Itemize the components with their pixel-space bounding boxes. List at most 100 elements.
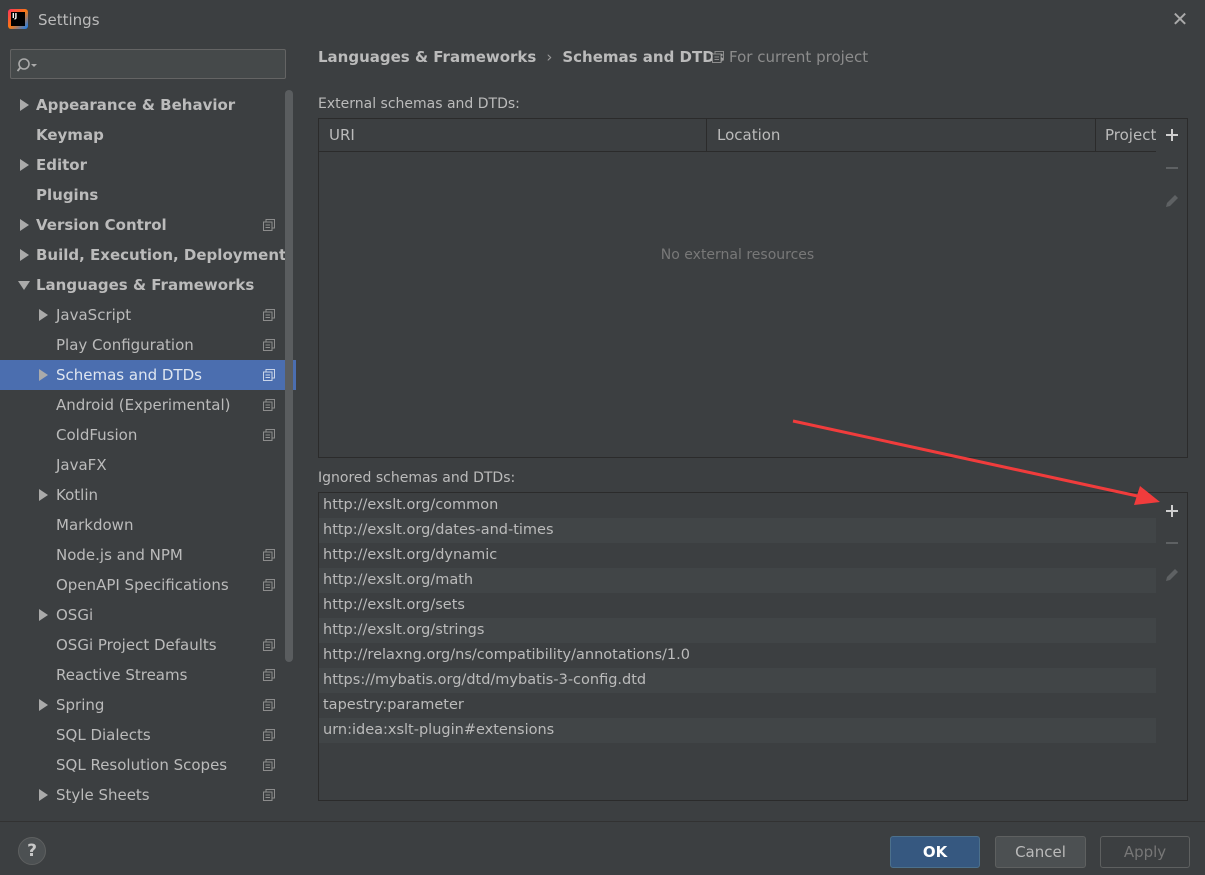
sidebar-item[interactable]: Node.js and NPM [0,540,296,570]
table-row[interactable]: http://exslt.org/common [319,493,1156,518]
sidebar-item-label: Reactive Streams [56,666,188,684]
sidebar-item[interactable]: Languages & Frameworks [0,270,296,300]
table-row[interactable]: http://relaxng.org/ns/compatibility/anno… [319,643,1156,668]
table-row[interactable]: http://exslt.org/strings [319,618,1156,643]
project-scope-note: For current project [712,48,868,66]
sidebar-item[interactable]: Plugins [0,180,296,210]
sidebar-item-label: Languages & Frameworks [36,276,255,294]
edit-icon[interactable] [1160,563,1184,587]
sidebar-item-label: Schemas and DTDs [56,366,202,384]
project-level-icon [263,669,275,681]
collapsed-arrow-icon[interactable] [37,690,49,720]
sidebar-item[interactable]: Appearance & Behavior [0,90,296,120]
remove-icon[interactable] [1160,531,1184,555]
project-level-icon [263,309,275,321]
sidebar-item[interactable]: Editor [0,150,296,180]
sidebar-item-label: JavaFX [56,456,107,474]
sidebar-item-label: JavaScript [56,306,132,324]
remove-icon[interactable] [1160,156,1184,180]
sidebar-item[interactable]: OSGi [0,600,296,630]
sidebar-item-label: OpenAPI Specifications [56,576,229,594]
project-level-icon [263,339,275,351]
search-icon [17,58,37,72]
collapsed-arrow-icon[interactable] [18,150,30,180]
column-location[interactable]: Location [706,119,1095,151]
edit-icon[interactable] [1160,189,1184,213]
sidebar-item-label: Node.js and NPM [56,546,183,564]
title-bar: IJ Settings ✕ [0,0,1205,40]
apply-button[interactable]: Apply [1100,836,1190,868]
sidebar-item[interactable]: Style Sheets [0,780,296,810]
sidebar-item[interactable]: Keymap [0,120,296,150]
ignored-section-label: Ignored schemas and DTDs: [318,470,516,486]
column-uri[interactable]: URI [319,119,706,151]
sidebar-item[interactable]: OSGi Project Defaults [0,630,296,660]
ok-button[interactable]: OK [890,836,980,868]
close-icon[interactable]: ✕ [1170,9,1190,29]
collapsed-arrow-icon[interactable] [37,480,49,510]
sidebar-item-label: Editor [36,156,87,174]
settings-tree: Appearance & Behavior Keymap Editor Plugins… [0,90,296,810]
external-section-label: External schemas and DTDs: [318,96,520,112]
sidebar-item[interactable]: JavaFX [0,450,296,480]
collapsed-arrow-icon[interactable] [37,600,49,630]
external-resources-table[interactable]: URI Location Project No external resourc… [318,118,1157,458]
sidebar-item-label: Keymap [36,126,104,144]
project-level-icon [263,549,275,561]
column-project[interactable]: Project [1095,119,1156,151]
ignored-resources-table[interactable]: http://exslt.org/common http://exslt.org/… [318,492,1157,801]
table-row[interactable]: tapestry:parameter [319,693,1156,718]
collapsed-arrow-icon[interactable] [18,210,30,240]
sidebar-item-label: Appearance & Behavior [36,96,236,114]
collapsed-arrow-icon[interactable] [37,360,49,390]
project-level-icon [263,639,275,651]
main-panel: Languages & Frameworks › Schemas and DTDs … [296,40,1205,821]
table-row[interactable]: http://exslt.org/sets [319,593,1156,618]
table-row[interactable]: http://exslt.org/math [319,568,1156,593]
sidebar-item[interactable]: OpenAPI Specifications [0,570,296,600]
help-button[interactable]: ? [18,837,46,865]
sidebar-item[interactable]: SQL Resolution Scopes [0,750,296,780]
settings-sidebar: Appearance & Behavior Keymap Editor Plugins… [0,40,296,821]
breadcrumb-separator: › [546,48,553,66]
search-input[interactable] [10,49,286,79]
collapsed-arrow-icon[interactable] [18,240,30,270]
sidebar-item-label: Android (Experimental) [56,396,231,414]
collapsed-arrow-icon[interactable] [18,90,30,120]
collapsed-arrow-icon[interactable] [37,300,49,330]
sidebar-item[interactable]: JavaScript [0,300,296,330]
sidebar-item-label: Kotlin [56,486,98,504]
expanded-arrow-icon[interactable] [18,270,30,300]
project-level-icon [263,699,275,711]
breadcrumb-parent[interactable]: Languages & Frameworks [318,48,536,66]
sidebar-item[interactable]: Kotlin [0,480,296,510]
table-row[interactable]: http://exslt.org/dynamic [319,543,1156,568]
project-level-icon [263,399,275,411]
sidebar-item[interactable]: ColdFusion [0,420,296,450]
add-icon[interactable] [1160,123,1184,147]
sidebar-item[interactable]: SQL Dialects [0,720,296,750]
sidebar-item[interactable]: Version Control [0,210,296,240]
project-level-icon [263,579,275,591]
project-level-icon [263,789,275,801]
sidebar-item[interactable]: Build, Execution, Deployment [0,240,296,270]
empty-state-text: No external resources [660,247,815,263]
project-level-icon [263,219,275,231]
cancel-button[interactable]: Cancel [995,836,1086,868]
add-icon[interactable] [1160,499,1184,523]
sidebar-item-label: Build, Execution, Deployment [36,246,287,264]
table-row[interactable]: https://mybatis.org/dtd/mybatis-3-config… [319,668,1156,693]
sidebar-item-label: OSGi Project Defaults [56,636,217,654]
sidebar-item[interactable]: Markdown [0,510,296,540]
sidebar-item[interactable]: Schemas and DTDs [0,360,296,390]
sidebar-item[interactable]: Android (Experimental) [0,390,296,420]
sidebar-item[interactable]: Spring [0,690,296,720]
sidebar-item-label: Spring [56,696,105,714]
sidebar-item[interactable]: Play Configuration [0,330,296,360]
sidebar-item[interactable]: Reactive Streams [0,660,296,690]
table-row[interactable]: urn:idea:xslt-plugin#extensions [319,718,1156,743]
collapsed-arrow-icon[interactable] [37,780,49,810]
external-table-header: URI Location Project [319,119,1156,152]
sidebar-scrollbar[interactable] [285,90,293,662]
table-row[interactable]: http://exslt.org/dates-and-times [319,518,1156,543]
